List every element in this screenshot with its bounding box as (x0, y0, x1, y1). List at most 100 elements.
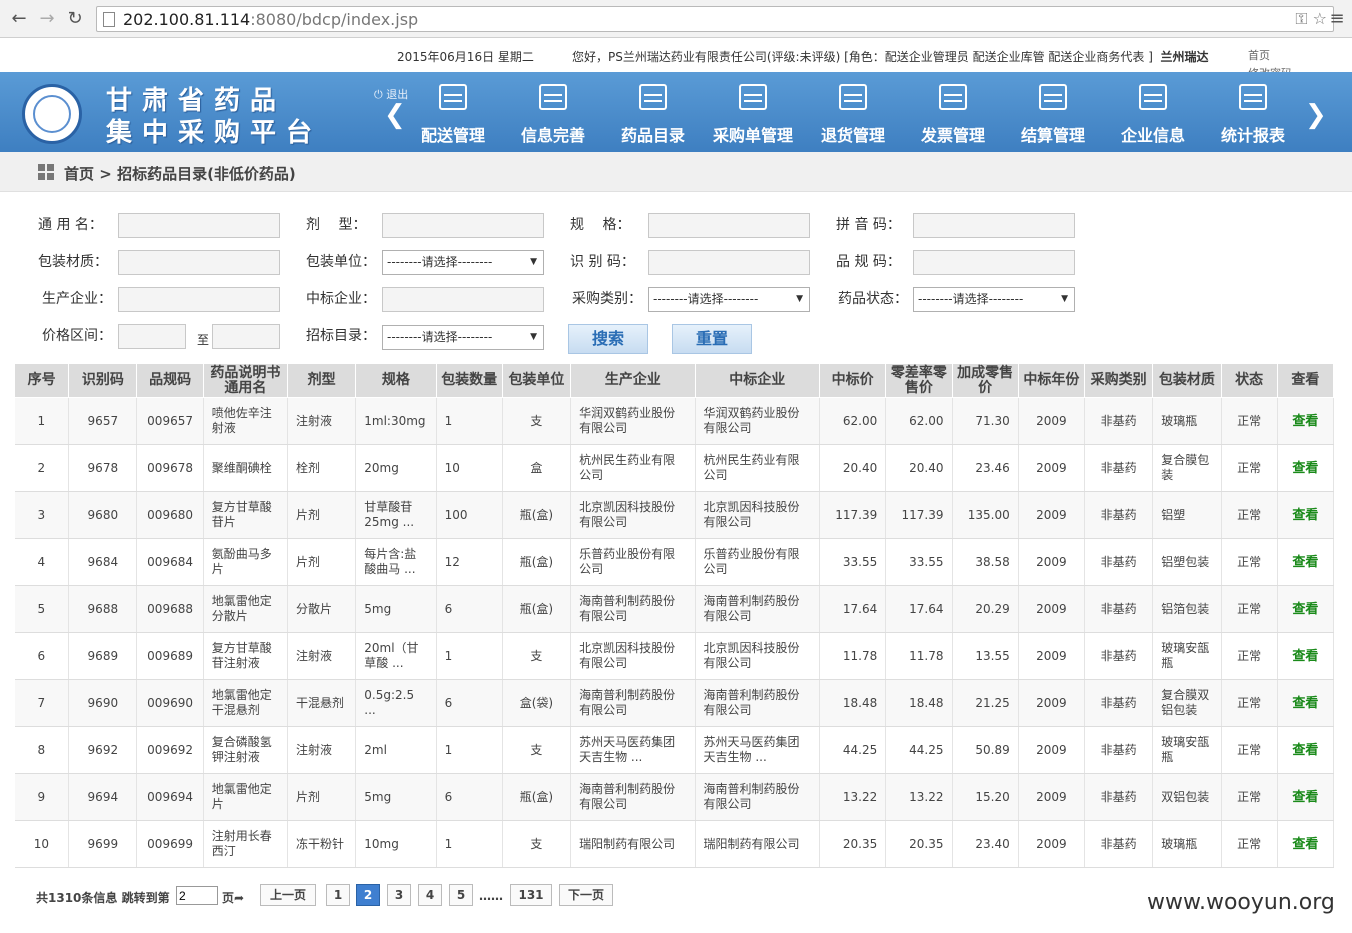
table-cell: 喷他佐辛注射液 (203, 397, 289, 445)
page-button-2[interactable]: 2 (356, 884, 380, 906)
table-cell: 2009 (1018, 491, 1086, 539)
next-page-button[interactable]: 下一页 (559, 884, 613, 906)
menu-scroll-left-icon[interactable]: ❮ (384, 100, 406, 130)
pinyin-code-input[interactable] (913, 213, 1075, 238)
current-date: 2015年06月16日 星期二 (397, 50, 534, 64)
bookmark-star-icon[interactable]: ☆ (1313, 9, 1327, 28)
view-link[interactable]: 查看 (1292, 508, 1318, 523)
table-cell: 5mg (355, 773, 437, 821)
search-button[interactable]: 搜索 (568, 324, 648, 354)
purchase-type-label: 采购类别： (572, 291, 642, 307)
page-button-4[interactable]: 4 (418, 884, 442, 906)
table-cell: 009689 (136, 632, 204, 680)
back-arrow-icon[interactable]: ← (8, 8, 30, 30)
page-jump-input[interactable] (176, 886, 218, 905)
power-icon: ⏻ (374, 88, 383, 101)
table-cell: 地氯雷他定分散片 (203, 585, 289, 633)
manufacturer-input[interactable] (118, 287, 280, 312)
table-cell: 玻璃安瓿瓶 (1152, 726, 1222, 774)
menu-item-label: 结算管理 (1020, 126, 1085, 145)
table-cell: 乐普药业股份有限公司 (570, 538, 696, 586)
table-cell: 50.89 (952, 726, 1019, 774)
table-cell: 10 (14, 820, 70, 868)
search-form: 通 用 名： 剂 型： 规 格： 拼 音 码： 包装材质： 包装单位： ----… (14, 200, 1334, 360)
bid-catalog-select[interactable]: --------请选择-------- ▼ (382, 325, 544, 350)
table-cell: 38.58 (952, 538, 1019, 586)
view-link[interactable]: 查看 (1292, 837, 1318, 852)
drug-status-select[interactable]: --------请选择-------- ▼ (913, 287, 1075, 312)
spec-input[interactable] (648, 213, 810, 238)
menu-item-6[interactable]: 发票管理 (908, 80, 998, 148)
table-row: 1 9657 009657 喷他佐辛注射液 注射液 1ml:30mg 1 支华润双鹤药业股份有… (14, 397, 1335, 445)
forward-arrow-icon[interactable]: → (36, 8, 58, 30)
menu-item-8[interactable]: 企业信息 (1108, 80, 1198, 148)
home-link[interactable]: 首页 (1248, 47, 1292, 65)
product-code-label: 品 规 码： (836, 254, 901, 270)
menu-item-5[interactable]: 退货管理 (808, 80, 898, 148)
reload-icon[interactable]: ↻ (64, 8, 86, 30)
prev-page-button[interactable]: 上一页 (260, 884, 316, 906)
table-cell: 20.29 (952, 585, 1019, 633)
table-cell: 5 (14, 585, 70, 633)
site-header: 甘肃省药品 集中采购平台 ⏻ 退出 ❮ 配送管理 信息完善 药品目录 采购单管理 退货管… (0, 72, 1352, 152)
pack-material-input[interactable] (118, 250, 280, 275)
bid-company-input[interactable] (382, 287, 544, 312)
address-bar[interactable]: 202.100.81.114:8080/bdcp/index.jsp ⚿ ☆ (96, 6, 1334, 32)
price-max-input[interactable] (212, 324, 280, 349)
menu-icon[interactable]: ≡ (1326, 8, 1348, 30)
view-link[interactable]: 查看 (1292, 790, 1318, 805)
calendar-icon (439, 84, 467, 110)
key-icon[interactable]: ⚿ (1295, 9, 1307, 28)
table-cell: 23.46 (952, 444, 1019, 492)
table-cell: 注射液 (287, 632, 357, 680)
table-cell: 盒(袋) (502, 679, 572, 727)
page-button-1[interactable]: 1 (326, 884, 350, 906)
drug-status-label: 药品状态： (838, 291, 908, 307)
table-cell: 20.35 (819, 820, 887, 868)
view-link[interactable]: 查看 (1292, 555, 1318, 570)
url-path: :8080/bdcp/index.jsp (250, 10, 419, 29)
breadcrumb-home[interactable]: 首页 (64, 165, 94, 183)
menu-item-4[interactable]: 采购单管理 (708, 80, 798, 148)
menu-item-3[interactable]: 药品目录 (608, 80, 698, 148)
table-cell: 瑞阳制药有限公司 (695, 820, 821, 868)
view-link[interactable]: 查看 (1292, 461, 1318, 476)
view-cell: 查看 (1277, 491, 1335, 539)
table-cell: 009694 (136, 773, 204, 821)
view-link[interactable]: 查看 (1292, 649, 1318, 664)
pack-unit-select[interactable]: --------请选择-------- ▼ (382, 250, 544, 275)
product-code-input[interactable] (913, 250, 1075, 275)
table-row: 2 9678 009678 聚维酮碘栓 栓剂 20mg 10 盒杭州民生药业有限公司 杭州民生药… (14, 444, 1335, 492)
last-page-button[interactable]: 131 (510, 884, 552, 906)
column-header: 品规码 (136, 363, 204, 398)
table-cell: 正常 (1221, 397, 1278, 445)
menu-scroll-right-icon[interactable]: ❯ (1305, 100, 1327, 130)
column-header: 识别码 (68, 363, 138, 398)
view-link[interactable]: 查看 (1292, 602, 1318, 617)
view-link[interactable]: 查看 (1292, 743, 1318, 758)
table-cell: 乐普药业股份有限公司 (695, 538, 821, 586)
view-link[interactable]: 查看 (1292, 414, 1318, 429)
menu-item-1[interactable]: 配送管理 (408, 80, 498, 148)
page-suffix[interactable]: 页➦ (222, 889, 244, 906)
table-cell: 2009 (1018, 773, 1086, 821)
menu-item-7[interactable]: 结算管理 (1008, 80, 1098, 148)
price-min-input[interactable] (118, 324, 186, 349)
reset-button[interactable]: 重置 (672, 324, 752, 354)
view-link[interactable]: 查看 (1292, 696, 1318, 711)
generic-name-input[interactable] (118, 213, 280, 238)
page-button-5[interactable]: 5 (449, 884, 473, 906)
table-cell: 复方甘草酸苷片 (203, 491, 289, 539)
table-cell: 玻璃瓶 (1152, 397, 1222, 445)
table-cell: 正常 (1221, 820, 1278, 868)
menu-item-9[interactable]: 统计报表 (1208, 80, 1298, 148)
menu-item-2[interactable]: 信息完善 (508, 80, 598, 148)
purchase-type-select[interactable]: --------请选择-------- ▼ (648, 287, 810, 312)
id-code-input[interactable] (648, 250, 810, 275)
table-cell: 62.00 (885, 397, 953, 445)
clipboard-icon (939, 84, 967, 110)
dosage-form-input[interactable] (382, 213, 544, 238)
price-range-label: 价格区间： (42, 328, 112, 344)
calendar-icon (639, 84, 667, 110)
page-button-3[interactable]: 3 (387, 884, 411, 906)
